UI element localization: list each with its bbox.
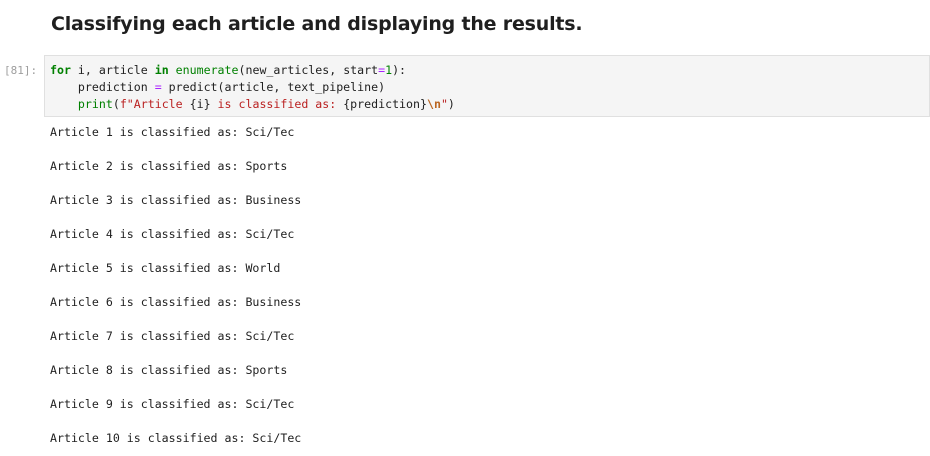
code-token: prediction <box>50 80 155 94</box>
output-line: Article 5 is classified as: World <box>50 261 281 275</box>
code-token: print <box>77 97 113 111</box>
code-line: prediction = predict(article, text_pipel… <box>50 79 385 96</box>
code-token: for <box>50 63 71 77</box>
code-token: f"Article <box>119 97 190 111</box>
code-token: \n <box>426 97 441 111</box>
output-line: Article 8 is classified as: Sports <box>50 363 288 377</box>
output-line: Article 6 is classified as: Business <box>50 295 302 309</box>
code-token: ): <box>392 63 407 77</box>
code-token: in <box>154 63 169 77</box>
code-token: = <box>154 80 162 94</box>
markdown-cell[interactable]: Classifying each article and displaying … <box>0 0 930 50</box>
output-line: Article 3 is classified as: Business <box>50 193 302 207</box>
output-line: Article 4 is classified as: Sci/Tec <box>50 227 295 241</box>
code-token: (new_articles, start <box>238 63 379 77</box>
code-line: print(f"Article {i} is classified as: {p… <box>50 96 455 113</box>
code-editor[interactable]: for i, article in enumerate(new_articles… <box>44 55 930 117</box>
output-line: Article 2 is classified as: Sports <box>50 159 288 173</box>
code-token: {prediction} <box>343 97 427 111</box>
code-line: for i, article in enumerate(new_articles… <box>50 62 406 79</box>
code-token: ) <box>447 97 455 111</box>
output-line: Article 10 is classified as: Sci/Tec <box>50 431 302 445</box>
code-token: is classified as: <box>210 97 344 111</box>
code-token: i, article <box>70 63 155 77</box>
execution-count-prompt: [81]: <box>4 64 38 77</box>
code-token: {i} <box>189 97 211 111</box>
output-line: Article 9 is classified as: Sci/Tec <box>50 397 295 411</box>
code-token: ( <box>112 97 120 111</box>
code-token: predict(article, text_pipeline) <box>161 80 386 94</box>
code-token: " <box>440 97 448 111</box>
markdown-heading: Classifying each article and displaying … <box>51 13 583 35</box>
code-token: enumerate <box>175 63 239 77</box>
output-line: Article 1 is classified as: Sci/Tec <box>50 125 295 139</box>
output-line: Article 7 is classified as: Sci/Tec <box>50 329 295 343</box>
